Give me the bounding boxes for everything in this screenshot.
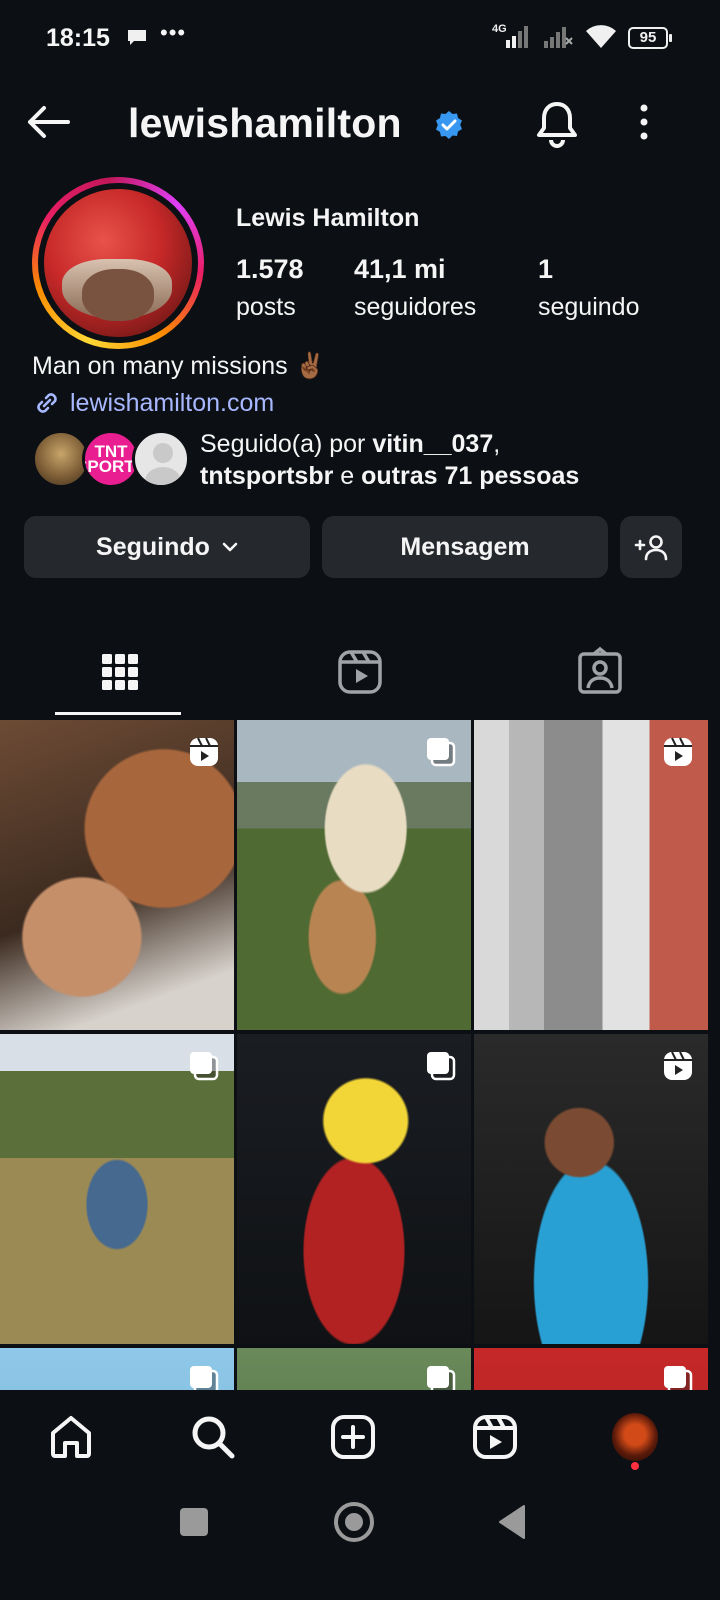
more-options-icon[interactable] [640, 102, 648, 142]
reel-icon [190, 737, 218, 766]
nav-create[interactable] [328, 1412, 378, 1462]
status-time: 18:15 [46, 24, 110, 52]
more-notifications-icon: ••• [160, 20, 187, 45]
carousel-icon [190, 1366, 219, 1390]
carousel-icon [190, 1052, 219, 1081]
stat-following-value: 1 [538, 254, 554, 284]
profile-bio: Man on many missions ✌🏾 [32, 352, 326, 380]
suggest-users-button[interactable] [620, 516, 682, 578]
grid-post[interactable] [237, 1348, 471, 1390]
carousel-icon [427, 1052, 456, 1081]
follower-avatar-default [132, 430, 190, 488]
nav-profile[interactable] [610, 1411, 660, 1463]
message-button[interactable]: Mensagem [322, 516, 608, 578]
reel-icon [664, 1051, 692, 1080]
profile-tabs [0, 636, 720, 716]
posts-grid [0, 720, 720, 1390]
search-icon [192, 1416, 235, 1459]
bottom-navigation [0, 1390, 720, 1482]
status-bar: 18:15 ••• 4G 95 [0, 0, 720, 78]
active-tab-indicator [55, 712, 181, 715]
grid-post[interactable] [0, 1348, 234, 1390]
grid-post[interactable] [474, 720, 708, 1030]
chevron-down-icon [222, 542, 238, 552]
grid-post[interactable] [237, 1034, 471, 1344]
home-button[interactable] [334, 1502, 374, 1542]
back-arrow-icon[interactable] [24, 102, 72, 142]
reel-icon [664, 737, 692, 766]
grid-post[interactable] [0, 720, 234, 1030]
grid-post[interactable] [474, 1034, 708, 1344]
grid-icon [102, 654, 138, 690]
profile-username: lewishamilton [128, 100, 402, 146]
stat-followers-value: 41,1 mi [354, 254, 446, 284]
system-back-icon[interactable] [498, 1504, 528, 1540]
wifi-icon [586, 25, 616, 48]
following-button-label: Seguindo [96, 532, 210, 561]
stat-followers-label: seguidores [354, 293, 477, 321]
followed-by-text: Seguido(a) por vitin__037, tntsportsbr e… [200, 430, 580, 490]
followed-by-section[interactable]: TNT SPORTS Seguido(a) por vitin__037, tn… [32, 428, 692, 490]
reels-icon [338, 650, 382, 694]
profile-full-name: Lewis Hamilton [236, 204, 420, 232]
message-button-label: Mensagem [400, 532, 530, 561]
tab-tagged[interactable] [480, 636, 720, 714]
svg-text:4G: 4G [492, 23, 507, 35]
own-avatar [610, 1411, 660, 1463]
chat-bubble-icon [128, 30, 146, 45]
stat-posts[interactable]: 1.578 posts [236, 254, 304, 322]
notification-bell-icon[interactable] [535, 100, 579, 148]
recent-apps-button[interactable] [180, 1508, 208, 1536]
nav-reels[interactable] [470, 1412, 520, 1462]
tab-posts-grid[interactable] [0, 636, 240, 714]
carousel-icon [664, 1366, 693, 1390]
system-navigation-bar [0, 1486, 720, 1600]
nav-home[interactable] [46, 1412, 96, 1462]
carousel-icon [427, 738, 456, 767]
verified-badge-icon [436, 111, 462, 139]
following-button[interactable]: Seguindo [24, 516, 310, 578]
tab-reels[interactable] [240, 636, 480, 714]
grid-post[interactable] [237, 720, 471, 1030]
stat-following[interactable]: 1 seguindo [538, 254, 639, 322]
stat-followers[interactable]: 41,1 mi seguidores [354, 254, 476, 322]
profile-link[interactable]: lewishamilton.com [32, 388, 274, 418]
avatar-photo [44, 189, 192, 337]
stat-posts-value: 1.578 [236, 254, 304, 284]
reels-icon [473, 1415, 517, 1459]
add-person-icon [634, 535, 668, 561]
home-icon [51, 1416, 91, 1458]
grid-post[interactable] [474, 1348, 708, 1390]
signal-4g-icon: 4G [492, 23, 528, 48]
profile-avatar[interactable] [32, 177, 204, 349]
carousel-icon [427, 1366, 456, 1390]
stat-posts-label: posts [236, 293, 296, 321]
profile-link-text: lewishamilton.com [70, 388, 275, 417]
grid-post[interactable] [0, 1034, 234, 1344]
tagged-person-icon [578, 646, 622, 694]
battery-indicator: 95 [628, 27, 672, 49]
link-icon [37, 393, 57, 413]
signal-sim2-icon [544, 27, 573, 48]
new-post-icon [331, 1415, 375, 1459]
profile-notification-dot [631, 1462, 639, 1470]
profile-top-bar: lewishamilton [0, 90, 720, 156]
nav-search[interactable] [188, 1412, 238, 1462]
stat-following-label: seguindo [538, 293, 640, 321]
